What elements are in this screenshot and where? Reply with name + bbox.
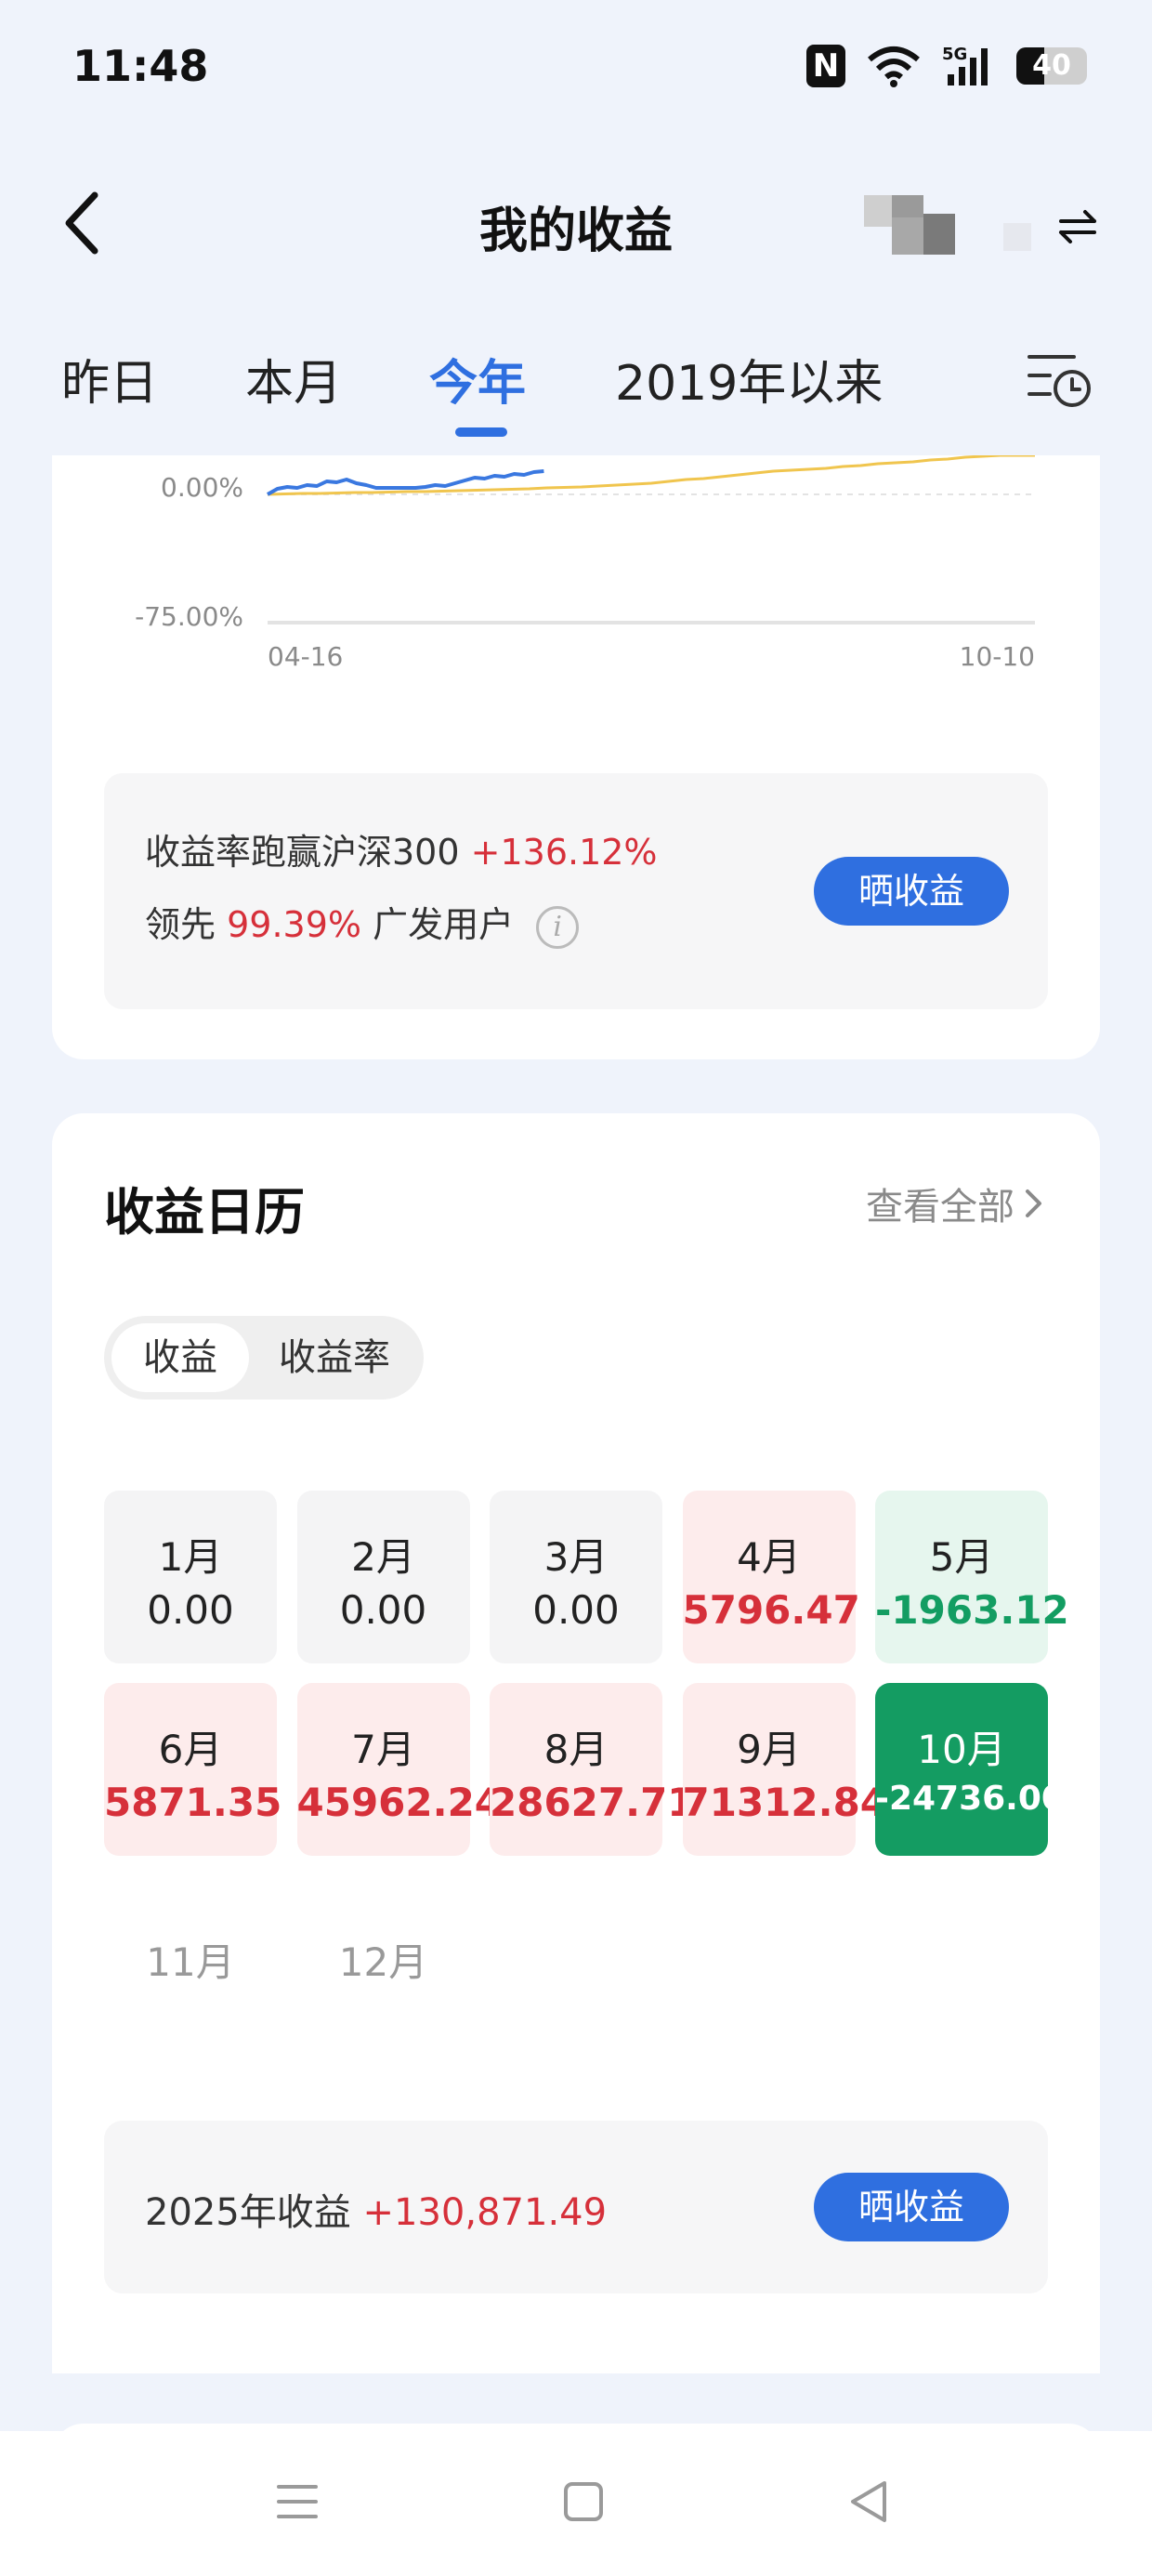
month-name: 2月 [351, 1534, 415, 1580]
month-return-value: 0.00 [339, 1587, 427, 1633]
month-cell: 11月 [104, 1875, 277, 2048]
month-cell[interactable]: 2月 0.00 [296, 1491, 470, 1663]
year-total-text: 2025年收益 +130,871.49 [145, 2182, 607, 2236]
tab-this-month[interactable]: 本月 [245, 344, 342, 414]
month-cell[interactable]: 4月 5796.47 [682, 1491, 860, 1663]
tab-this-year[interactable]: 今年 [429, 344, 526, 414]
view-all-label: 查看全部 [866, 1186, 1015, 1229]
month-cell[interactable]: 1月 0.00 [104, 1491, 277, 1663]
active-tab-indicator [455, 427, 507, 437]
history-icon[interactable] [1026, 348, 1093, 409]
rank-value: 99.39% [227, 904, 362, 945]
month-cell[interactable]: 5月 -1963.12 [875, 1491, 1069, 1663]
y-tick-label: 0.00% [161, 472, 243, 503]
return-line-chart: 0.00% -75.00% 04-16 10-10 [135, 455, 1035, 672]
month-return-value: 5871.35 [104, 1780, 282, 1825]
month-name: 1月 [158, 1534, 223, 1580]
view-all-link[interactable]: 查看全部 [866, 1176, 1044, 1230]
year-total: 2025年收益 +130,871.49 晒收益 [104, 2121, 1048, 2293]
wifi-icon [868, 46, 920, 87]
month-name: 12月 [338, 1939, 428, 1985]
signal-5g-icon: 5G [942, 45, 988, 85]
chevron-right-icon [1026, 1189, 1041, 1217]
benchmark-comparison: 收益率跑赢沪深300 +136.12% 领先 99.39% 广发用户 i 晒收益 [104, 773, 1048, 1009]
home-icon[interactable] [556, 2474, 611, 2530]
nfc-icon: N [806, 45, 845, 87]
battery-icon: 40 [1016, 47, 1087, 85]
month-cell[interactable]: 6月 5871.35 [104, 1683, 282, 1856]
toggle-rate[interactable]: 收益率 [262, 1323, 407, 1392]
month-return-value: -24736.00 [875, 1780, 1065, 1818]
share-returns-button[interactable]: 晒收益 [814, 857, 1009, 926]
tab-since-2019[interactable]: 2019年以来 [615, 344, 883, 414]
returns-mode-toggle: 收益 收益率 [104, 1316, 424, 1400]
series-group [267, 455, 1035, 496]
share-year-button[interactable]: 晒收益 [814, 2173, 1009, 2241]
month-cell: 12月 [297, 1875, 470, 2048]
month-return-value: 45962.24 [296, 1780, 503, 1825]
month-return-value: 0.00 [147, 1587, 234, 1633]
tab-yesterday[interactable]: 昨日 [61, 344, 158, 414]
calendar-title: 收益日历 [104, 1183, 305, 1242]
month-name: 10月 [917, 1727, 1006, 1772]
month-return-value: 5796.47 [682, 1587, 860, 1633]
x-end-label: 10-10 [960, 641, 1035, 672]
rank-prefix: 领先 [145, 904, 216, 945]
month-name: 9月 [737, 1727, 801, 1772]
x-start-label: 04-16 [268, 641, 343, 672]
month-name: 6月 [158, 1727, 223, 1772]
year-total-label: 2025年收益 [145, 2191, 351, 2234]
month-name: 5月 [929, 1534, 994, 1580]
battery-level: 40 [1032, 49, 1071, 82]
month-return-value: 71312.84 [682, 1780, 888, 1825]
month-cell[interactable]: 8月 28627.71 [490, 1683, 695, 1856]
month-name: 7月 [351, 1727, 415, 1772]
rank-suffix: 广发用户 [373, 904, 515, 945]
y-tick-label: -75.00% [135, 601, 243, 632]
month-return-value: 28627.71 [490, 1780, 695, 1825]
year-total-value: +130,871.49 [362, 2191, 608, 2234]
month-cell[interactable]: 10月 -24736.00 [875, 1683, 1065, 1856]
beat-index-value: +136.12% [470, 832, 658, 873]
svg-text:5G: 5G [942, 45, 967, 64]
month-return-value: -1963.12 [875, 1587, 1069, 1633]
back-nav-icon[interactable] [842, 2474, 897, 2530]
month-cell[interactable]: 7月 45962.24 [296, 1683, 503, 1856]
returns-calendar-card: 收益日历 查看全部 收益 收益率 1月 0.00 2月 0.00 3月 0.00 4月 579… [52, 1113, 1100, 2373]
system-nav-bar [0, 2431, 1152, 2576]
status-time: 11:48 [72, 41, 209, 91]
return-chart-card: 0.00% -75.00% 04-16 10-10 收益率跑赢沪深300 +13… [52, 455, 1100, 1059]
month-name: 8月 [543, 1727, 609, 1772]
account-avatar-blurred[interactable] [864, 190, 1050, 255]
month-name: 11月 [146, 1939, 235, 1985]
info-icon[interactable]: i [536, 905, 580, 949]
header: 我的收益 [0, 149, 1152, 297]
beat-index-label: 收益率跑赢沪深300 [145, 832, 460, 873]
month-cell[interactable]: 3月 0.00 [490, 1491, 662, 1663]
beat-index-line: 收益率跑赢沪深300 +136.12% [145, 823, 658, 874]
rank-line: 领先 99.39% 广发用户 i [145, 896, 580, 949]
month-name: 4月 [737, 1534, 801, 1580]
month-return-value: 0.00 [532, 1587, 620, 1633]
month-name: 3月 [543, 1534, 609, 1580]
menu-icon[interactable] [269, 2474, 325, 2530]
toggle-amount[interactable]: 收益 [111, 1323, 249, 1392]
switch-account-icon[interactable] [1057, 208, 1098, 245]
month-cell[interactable]: 9月 71312.84 [682, 1683, 888, 1856]
status-icons: N 5G 40 [806, 45, 1087, 87]
status-bar: 11:48 N 5G 40 [0, 0, 1152, 130]
period-tabs: 昨日 本月 今年 2019年以来 [0, 335, 1152, 446]
